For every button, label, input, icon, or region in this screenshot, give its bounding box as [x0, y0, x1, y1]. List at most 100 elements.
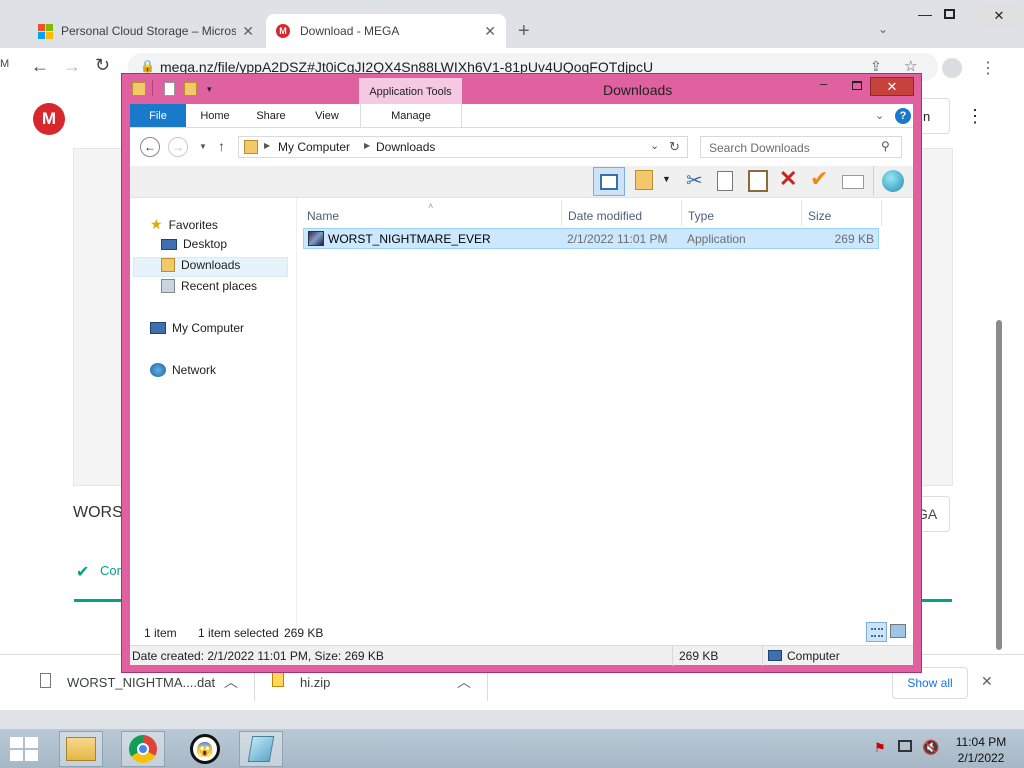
chevron-down-icon[interactable]: ⌄	[650, 139, 659, 152]
breadcrumb-item[interactable]: My Computer	[278, 140, 350, 154]
file-icon	[40, 673, 51, 688]
screaming-face-icon: 😱	[190, 734, 220, 764]
column-header-date[interactable]: Date modified	[568, 209, 680, 223]
ribbon-tab-manage[interactable]: Manage	[360, 104, 462, 127]
properties-icon[interactable]	[164, 82, 175, 96]
search-icon: ⚲	[881, 139, 890, 153]
ribbon-tab-share[interactable]: Share	[248, 104, 294, 127]
column-header-type[interactable]: Type	[688, 209, 800, 223]
taskbar-explorer[interactable]	[59, 731, 103, 767]
pane-divider	[296, 198, 297, 638]
rename-icon[interactable]	[842, 175, 864, 189]
divider	[873, 166, 874, 196]
status-selected-size: 269 KB	[284, 626, 324, 640]
volume-muted-icon[interactable]: 🔇	[922, 739, 939, 756]
nav-recent-places[interactable]: Recent places	[161, 279, 257, 293]
nav-downloads[interactable]: Downloads	[161, 258, 240, 272]
breadcrumb-item[interactable]: Downloads	[376, 140, 435, 154]
explorer-body: File Home Share View Manage ⌄ ? ← → ▼ ↑ …	[130, 104, 913, 666]
close-tab-icon[interactable]: ✕	[484, 23, 496, 40]
menu-kebab-icon[interactable]: ⋮	[980, 58, 996, 78]
chevron-up-icon[interactable]: ︿	[457, 672, 471, 692]
download-item-name[interactable]: WORST_NIGHTMA....dat	[67, 675, 215, 690]
up-icon[interactable]: ↑	[218, 138, 225, 154]
details-size: 269 KB	[679, 649, 719, 663]
maximize-icon[interactable]	[852, 81, 862, 90]
cut-icon[interactable]: ✂	[686, 168, 703, 193]
mega-logo-icon[interactable]: M	[33, 103, 65, 135]
globe-icon[interactable]	[882, 170, 904, 192]
organize-icon[interactable]	[635, 170, 653, 190]
lock-icon: 🔒	[140, 59, 155, 73]
column-header-size[interactable]: Size	[808, 209, 878, 223]
close-icon[interactable]: ✕	[981, 673, 993, 690]
close-tab-icon[interactable]: ✕	[242, 23, 254, 40]
large-icons-view-icon[interactable]	[890, 624, 906, 638]
window-title: Downloads	[603, 82, 673, 98]
preview-pane-icon[interactable]	[593, 167, 625, 196]
taskbar-notes[interactable]	[239, 731, 283, 767]
details-view-icon[interactable]	[866, 622, 887, 642]
refresh-icon[interactable]: ↻	[669, 139, 680, 155]
profile-avatar-icon[interactable]	[942, 58, 962, 78]
checkmark-icon[interactable]: ✔	[810, 166, 828, 192]
desktop-icon	[161, 238, 177, 250]
nav-network[interactable]: Network	[150, 363, 216, 377]
nav-favorites[interactable]: ★ Favorites	[150, 216, 218, 233]
taskbar-chrome[interactable]	[121, 731, 165, 767]
details-bar: Date created: 2/1/2022 11:01 PM, Size: 2…	[130, 645, 913, 666]
close-window-icon[interactable]: ✕	[870, 77, 914, 96]
ribbon-expand-icon[interactable]: ⌄	[875, 109, 884, 122]
back-icon[interactable]: ←	[140, 137, 160, 157]
mega-menu-icon[interactable]: ⋮	[966, 106, 984, 127]
ribbon-tab-view[interactable]: View	[304, 104, 350, 127]
reload-icon[interactable]: ↻	[95, 55, 110, 76]
forward-icon[interactable]: →	[168, 137, 188, 157]
microsoft-logo-icon	[38, 23, 53, 39]
forward-icon[interactable]: →	[63, 56, 81, 77]
new-tab-icon[interactable]: +	[518, 20, 530, 43]
nav-my-computer[interactable]: My Computer	[150, 321, 244, 335]
download-item-name[interactable]: hi.zip	[300, 675, 330, 690]
taskbar-app[interactable]: 😱	[183, 731, 227, 767]
flag-icon[interactable]: ⚑	[874, 740, 886, 756]
maximize-icon[interactable]	[944, 9, 955, 19]
application-icon	[308, 231, 324, 246]
check-icon: ✔	[76, 564, 90, 581]
close-window-icon[interactable]: ✕	[978, 6, 1020, 26]
mega-status: Cor	[100, 563, 121, 578]
chevron-right-icon: ▶	[364, 141, 371, 150]
breadcrumb[interactable]: ▶ My Computer ▶ Downloads ⌄ ↻	[238, 136, 688, 158]
clock[interactable]: 11:04 PM 2/1/2022	[946, 734, 1016, 766]
recent-locations-icon[interactable]: ▼	[199, 142, 207, 151]
table-row[interactable]: WORST_NIGHTMARE_EVER 2/1/2022 11:01 PM A…	[303, 228, 879, 249]
ribbon-tab-file[interactable]: File	[130, 104, 186, 127]
chevron-down-icon[interactable]: ▼	[662, 174, 671, 184]
column-header-name[interactable]: Name	[307, 209, 561, 223]
file-explorer-icon	[66, 737, 96, 761]
tab-microsoft[interactable]: Personal Cloud Storage – Microsoft ✕	[28, 14, 264, 48]
minimize-icon[interactable]: –	[820, 76, 827, 91]
start-button[interactable]	[10, 737, 38, 761]
network-status-icon[interactable]	[898, 740, 912, 752]
back-icon[interactable]: ←	[31, 56, 49, 77]
delete-icon[interactable]: ✕	[779, 166, 797, 192]
tab-mega[interactable]: M Download - MEGA ✕	[266, 14, 506, 48]
nav-desktop[interactable]: Desktop	[161, 237, 227, 251]
help-icon[interactable]: ?	[895, 108, 911, 124]
contextual-tab-group: Application Tools	[359, 78, 462, 105]
new-folder-icon[interactable]	[184, 82, 197, 96]
paste-icon[interactable]	[748, 170, 768, 192]
divider	[152, 80, 153, 96]
file-name: WORST_NIGHTMARE_EVER	[328, 232, 491, 246]
minimize-icon[interactable]: —	[918, 6, 932, 22]
divider	[561, 200, 562, 226]
computer-icon	[150, 322, 166, 334]
copy-icon[interactable]	[717, 171, 733, 191]
quick-access-dropdown-icon[interactable]: ▾	[207, 84, 212, 95]
chevron-down-icon[interactable]: ⌄	[878, 22, 888, 36]
search-input[interactable]: Search Downloads ⚲	[700, 136, 902, 158]
chevron-up-icon[interactable]: ︿	[224, 672, 238, 692]
ribbon-tab-home[interactable]: Home	[192, 104, 238, 127]
page-scrollbar[interactable]	[996, 320, 1002, 650]
